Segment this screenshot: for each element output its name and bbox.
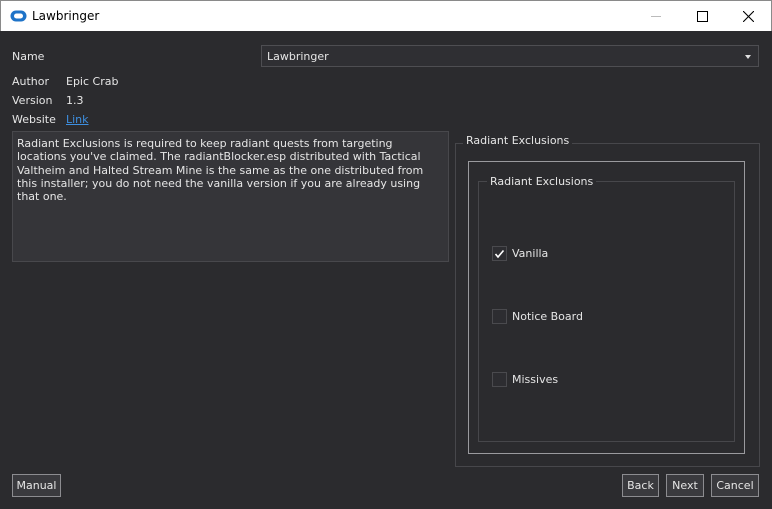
option-missives[interactable]: Missives <box>492 372 558 387</box>
version-value: 1.3 <box>66 94 84 107</box>
cloud-icon <box>10 10 27 22</box>
name-select[interactable]: Lawbringer <box>261 45 759 67</box>
vanilla-checkbox[interactable] <box>492 246 507 261</box>
next-button[interactable]: Next <box>666 474 704 497</box>
maximize-icon <box>696 10 708 22</box>
website-label: Website <box>12 113 56 126</box>
option-label: Notice Board <box>512 310 583 323</box>
name-label: Name <box>12 50 45 63</box>
author-label: Author <box>12 75 50 88</box>
close-icon <box>742 10 754 22</box>
option-vanilla[interactable]: Vanilla <box>492 246 548 261</box>
version-label: Version <box>12 94 53 107</box>
option-notice-board[interactable]: Notice Board <box>492 309 583 324</box>
option-label: Missives <box>512 373 559 386</box>
chevron-down-icon <box>745 55 751 59</box>
window-title: Lawbringer <box>32 9 100 23</box>
description-box[interactable]: Radiant Exclusions is required to keep r… <box>12 131 449 262</box>
title-bar: Lawbringer <box>0 0 772 31</box>
group-title: Radiant Exclusions <box>463 134 573 147</box>
minimize-icon <box>651 16 661 17</box>
name-select-value: Lawbringer <box>267 50 329 63</box>
cancel-button[interactable]: Cancel <box>711 474 759 497</box>
option-label: Vanilla <box>512 247 549 260</box>
checkmark-icon <box>494 249 505 258</box>
missives-checkbox[interactable] <box>492 372 507 387</box>
notice-board-checkbox[interactable] <box>492 309 507 324</box>
website-link[interactable]: Link <box>66 113 89 126</box>
maximize-button[interactable] <box>679 1 725 31</box>
close-button[interactable] <box>725 1 771 31</box>
minimize-button[interactable] <box>633 1 679 31</box>
manual-button[interactable]: Manual <box>12 474 61 497</box>
back-button[interactable]: Back <box>622 474 659 497</box>
subgroup-title: Radiant Exclusions <box>487 175 597 188</box>
author-value: Epic Crab <box>66 75 119 88</box>
